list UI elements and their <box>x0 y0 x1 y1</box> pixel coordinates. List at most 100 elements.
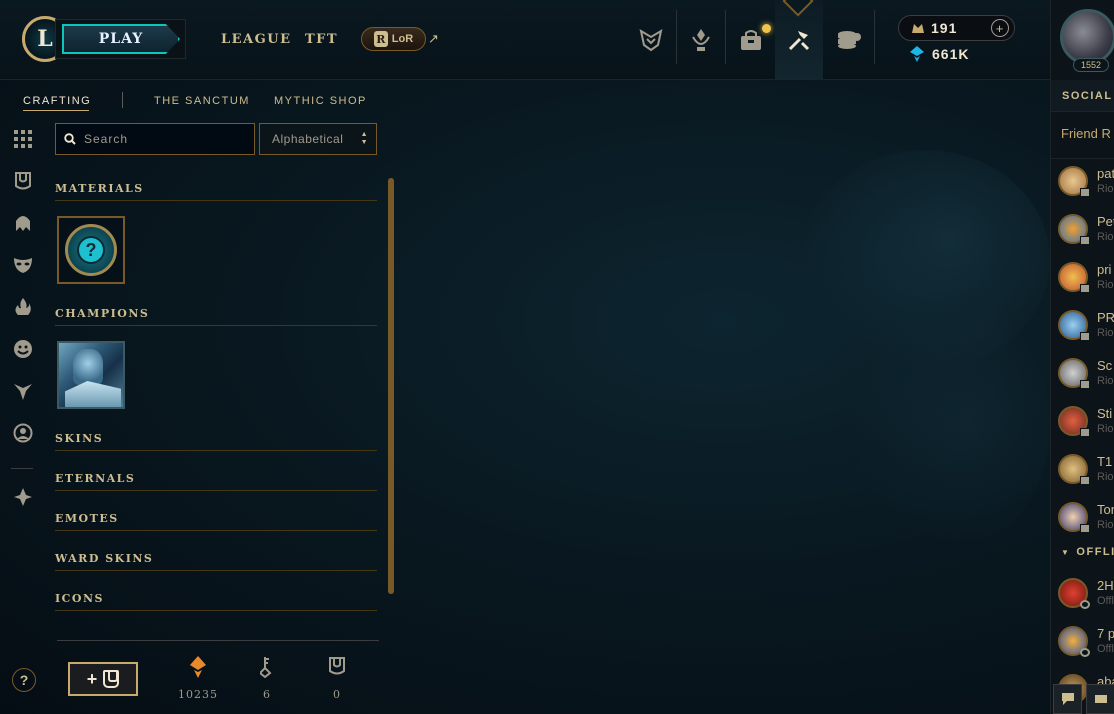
friend-name: 7 p <box>1097 626 1114 641</box>
friend-status: Rio <box>1097 327 1114 339</box>
tft-icon[interactable] <box>11 485 35 509</box>
friend-list-item[interactable]: Pet Rio <box>1058 214 1114 262</box>
category-skins[interactable]: SKINS <box>55 432 103 445</box>
friend-status: Offl <box>1097 595 1114 607</box>
status-icon <box>1080 236 1090 245</box>
lor-button[interactable]: R LoR <box>361 27 426 51</box>
friend-list-item[interactable]: pri Rio <box>1058 262 1114 310</box>
orange-essence-counter: 10235 <box>168 656 228 701</box>
status-icon <box>1080 476 1090 485</box>
chest-icon <box>103 670 120 688</box>
search-field[interactable] <box>55 123 255 155</box>
search-input[interactable] <box>84 132 244 146</box>
chest-value: 0 <box>333 688 341 701</box>
sort-dropdown[interactable]: Alphabetical ▲ ▼ <box>259 123 377 155</box>
category-materials[interactable]: MATERIALS <box>55 182 144 195</box>
all-items-grid-icon[interactable] <box>11 127 35 151</box>
status-icon <box>1080 380 1090 389</box>
category-icons[interactable]: ICONS <box>55 592 104 605</box>
category-ward-skins[interactable]: WARD SKINS <box>55 552 153 565</box>
chat-icon[interactable] <box>1053 684 1082 714</box>
bottom-divider <box>57 640 379 641</box>
buy-rp-button[interactable]: + <box>991 19 1009 37</box>
loot-icon[interactable] <box>825 0 873 80</box>
material-tile-mystery[interactable]: ? <box>57 216 125 284</box>
nav-divider <box>874 10 875 64</box>
eternals-flame-icon[interactable] <box>11 295 35 319</box>
friend-list-item[interactable]: 2H Offl <box>1058 578 1114 626</box>
friend-list-item[interactable]: Sti Rio <box>1058 406 1114 454</box>
clash-lobby-icon[interactable] <box>1086 684 1114 714</box>
top-navigation-bar: L PLAY LEAGUE TFT R LoR ↗ 191 + 661K <box>0 0 1050 80</box>
category-divider <box>55 490 377 491</box>
ranked-icon[interactable] <box>677 0 725 80</box>
search-icon <box>64 133 76 145</box>
category-divider <box>55 325 377 326</box>
orange-essence-value: 10235 <box>178 688 218 701</box>
friend-list-item[interactable]: Sc Rio <box>1058 358 1114 406</box>
blue-essence-display: 661K <box>910 46 969 62</box>
friend-status: Rio <box>1097 231 1114 243</box>
sort-value: Alphabetical <box>272 132 344 146</box>
nav-link-tft[interactable]: TFT <box>305 32 338 47</box>
offline-group-header[interactable]: ▼ OFFLI <box>1061 546 1114 558</box>
add-chest-button[interactable]: + <box>68 662 138 696</box>
offline-label: OFFLI <box>1076 546 1114 558</box>
friend-name: Pet <box>1097 214 1114 229</box>
friend-status: Rio <box>1097 519 1114 531</box>
store-icon[interactable] <box>727 0 775 80</box>
friend-list-item[interactable]: 7 p Offl <box>1058 626 1114 674</box>
subnav-divider <box>122 92 123 108</box>
friend-name: pat <box>1097 166 1114 181</box>
profile-avatar[interactable] <box>1060 9 1114 65</box>
help-icon[interactable]: ? <box>12 668 36 692</box>
category-emotes[interactable]: EMOTES <box>55 512 119 525</box>
external-link-icon[interactable]: ↗ <box>428 31 439 47</box>
friend-name: Sc <box>1097 358 1113 373</box>
category-divider <box>55 450 377 451</box>
category-champions[interactable]: CHAMPIONS <box>55 307 149 320</box>
scrollbar-thumb[interactable] <box>388 178 394 594</box>
friend-list-item[interactable]: Tor Rio <box>1058 502 1114 550</box>
play-button[interactable]: PLAY <box>62 24 180 54</box>
loot-scrollbar[interactable] <box>388 178 394 594</box>
emote-face-icon[interactable] <box>11 337 35 361</box>
active-tab-underline <box>23 110 89 111</box>
skin-mask-icon[interactable] <box>11 253 35 277</box>
lor-badge-icon: R <box>373 31 388 47</box>
lor-label: LoR <box>391 33 414 45</box>
friend-list-item[interactable]: pat Rio <box>1058 166 1114 214</box>
key-icon <box>237 656 297 682</box>
profile-icon-icon[interactable] <box>11 421 35 445</box>
summoner-level-badge: 1552 <box>1073 58 1109 72</box>
friend-name: Tor <box>1097 502 1114 517</box>
friend-name: T1 <box>1097 454 1113 469</box>
champion-helmet-icon[interactable] <box>11 211 35 235</box>
tab-crafting[interactable]: CRAFTING <box>23 95 91 107</box>
status-icon <box>1080 428 1090 437</box>
friend-list-item[interactable]: PR Rio <box>1058 310 1114 358</box>
chest-icon[interactable] <box>11 169 35 193</box>
social-panel: 1552 SOCIAL Friend R pat Rio Pet Rio pri… <box>1050 0 1114 714</box>
category-eternals[interactable]: ETERNALS <box>55 472 135 485</box>
friend-requests-label[interactable]: Friend R <box>1061 126 1111 141</box>
nav-divider <box>725 10 726 64</box>
category-divider <box>55 530 377 531</box>
blue-essence-icon <box>910 46 924 62</box>
status-icon <box>1080 188 1090 197</box>
friend-list-item[interactable]: T1 Rio <box>1058 454 1114 502</box>
status-icon <box>1080 600 1090 609</box>
status-icon <box>1080 332 1090 341</box>
status-icon <box>1080 284 1090 293</box>
friend-name: PR <box>1097 310 1114 325</box>
riot-points-value: 191 <box>931 20 958 36</box>
tab-mythic-shop[interactable]: MYTHIC SHOP <box>274 95 367 107</box>
clash-icon[interactable] <box>627 0 675 80</box>
riot-points-icon <box>912 24 924 33</box>
tab-the-sanctum[interactable]: THE SANCTUM <box>154 95 250 107</box>
champion-shard-tile[interactable] <box>57 341 125 409</box>
ward-skin-icon[interactable] <box>11 379 35 403</box>
category-divider <box>55 610 377 611</box>
add-plus-label: + <box>86 668 98 689</box>
nav-link-league[interactable]: LEAGUE <box>221 32 291 47</box>
